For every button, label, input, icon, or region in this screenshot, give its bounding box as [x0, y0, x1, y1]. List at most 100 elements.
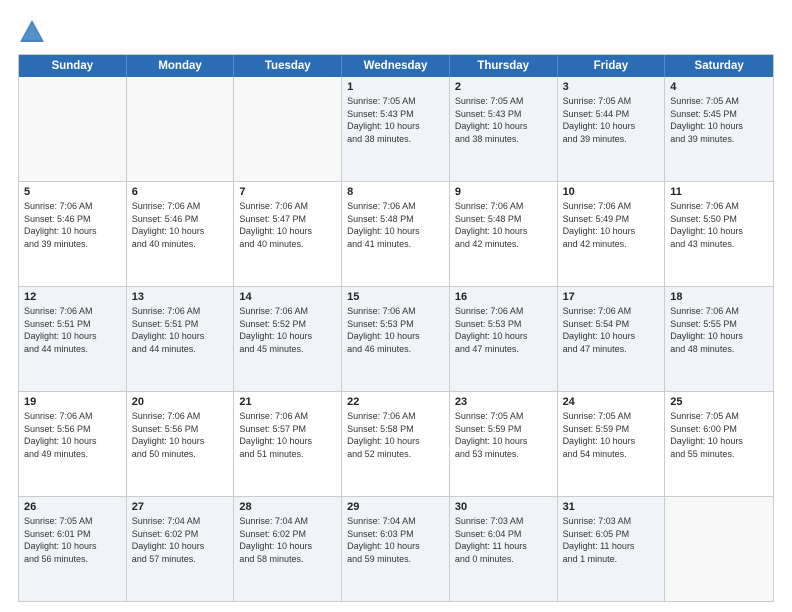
cell-info: Sunrise: 7:06 AM Sunset: 5:57 PM Dayligh… [239, 410, 336, 460]
calendar-cell-2-3: 15 Sunrise: 7:06 AM Sunset: 5:53 PM Dayli… [342, 287, 450, 391]
calendar-cell-0-1 [127, 77, 235, 181]
calendar-cell-1-6: 11 Sunrise: 7:06 AM Sunset: 5:50 PM Dayli… [665, 182, 773, 286]
cell-info: Sunrise: 7:06 AM Sunset: 5:50 PM Dayligh… [670, 200, 768, 250]
cell-info: Sunrise: 7:06 AM Sunset: 5:48 PM Dayligh… [347, 200, 444, 250]
cell-info: Sunrise: 7:06 AM Sunset: 5:51 PM Dayligh… [24, 305, 121, 355]
logo [18, 18, 50, 46]
day-number: 4 [670, 81, 768, 93]
cell-info: Sunrise: 7:05 AM Sunset: 5:45 PM Dayligh… [670, 95, 768, 145]
calendar-cell-0-6: 4 Sunrise: 7:05 AM Sunset: 5:45 PM Daylig… [665, 77, 773, 181]
cell-info: Sunrise: 7:06 AM Sunset: 5:56 PM Dayligh… [24, 410, 121, 460]
cell-info: Sunrise: 7:05 AM Sunset: 5:44 PM Dayligh… [563, 95, 660, 145]
calendar-body: 1 Sunrise: 7:05 AM Sunset: 5:43 PM Daylig… [19, 77, 773, 601]
day-number: 8 [347, 186, 444, 198]
cell-info: Sunrise: 7:04 AM Sunset: 6:02 PM Dayligh… [239, 515, 336, 565]
calendar-cell-3-6: 25Sunrise: 7:05 AM Sunset: 6:00 PM Dayli… [665, 392, 773, 496]
calendar-cell-1-3: 8 Sunrise: 7:06 AM Sunset: 5:48 PM Daylig… [342, 182, 450, 286]
day-number: 6 [132, 186, 229, 198]
header-day-wednesday: Wednesday [342, 55, 450, 77]
calendar-cell-0-2 [234, 77, 342, 181]
day-number: 2 [455, 81, 552, 93]
day-number: 17 [563, 291, 660, 303]
day-number: 5 [24, 186, 121, 198]
cell-info: Sunrise: 7:06 AM Sunset: 5:58 PM Dayligh… [347, 410, 444, 460]
calendar-cell-1-5: 10Sunrise: 7:06 AM Sunset: 5:49 PM Dayli… [558, 182, 666, 286]
header-day-thursday: Thursday [450, 55, 558, 77]
cell-info: Sunrise: 7:05 AM Sunset: 6:01 PM Dayligh… [24, 515, 121, 565]
cell-info: Sunrise: 7:03 AM Sunset: 6:05 PM Dayligh… [563, 515, 660, 565]
day-number: 26 [24, 501, 121, 513]
calendar-cell-1-0: 5 Sunrise: 7:06 AM Sunset: 5:46 PM Daylig… [19, 182, 127, 286]
day-number: 3 [563, 81, 660, 93]
cell-info: Sunrise: 7:05 AM Sunset: 5:59 PM Dayligh… [563, 410, 660, 460]
cell-info: Sunrise: 7:06 AM Sunset: 5:46 PM Dayligh… [132, 200, 229, 250]
cell-info: Sunrise: 7:06 AM Sunset: 5:54 PM Dayligh… [563, 305, 660, 355]
header [18, 18, 774, 46]
calendar-row-0: 1 Sunrise: 7:05 AM Sunset: 5:43 PM Daylig… [19, 77, 773, 182]
cell-info: Sunrise: 7:06 AM Sunset: 5:51 PM Dayligh… [132, 305, 229, 355]
cell-info: Sunrise: 7:05 AM Sunset: 5:43 PM Dayligh… [347, 95, 444, 145]
logo-icon [18, 18, 46, 46]
cell-info: Sunrise: 7:06 AM Sunset: 5:53 PM Dayligh… [347, 305, 444, 355]
calendar-cell-4-6 [665, 497, 773, 601]
cell-info: Sunrise: 7:06 AM Sunset: 5:52 PM Dayligh… [239, 305, 336, 355]
day-number: 23 [455, 396, 552, 408]
header-day-friday: Friday [558, 55, 666, 77]
cell-info: Sunrise: 7:05 AM Sunset: 5:43 PM Dayligh… [455, 95, 552, 145]
calendar-cell-2-2: 14 Sunrise: 7:06 AM Sunset: 5:52 PM Dayli… [234, 287, 342, 391]
day-number: 14 [239, 291, 336, 303]
day-number: 11 [670, 186, 768, 198]
cell-info: Sunrise: 7:05 AM Sunset: 5:59 PM Dayligh… [455, 410, 552, 460]
header-day-tuesday: Tuesday [234, 55, 342, 77]
day-number: 28 [239, 501, 336, 513]
calendar-row-3: 19 Sunrise: 7:06 AM Sunset: 5:56 PM Dayli… [19, 392, 773, 497]
day-number: 24 [563, 396, 660, 408]
calendar-cell-2-1: 13 Sunrise: 7:06 AM Sunset: 5:51 PM Dayli… [127, 287, 235, 391]
calendar-cell-0-3: 1 Sunrise: 7:05 AM Sunset: 5:43 PM Daylig… [342, 77, 450, 181]
day-number: 13 [132, 291, 229, 303]
day-number: 7 [239, 186, 336, 198]
day-number: 18 [670, 291, 768, 303]
day-number: 29 [347, 501, 444, 513]
cell-info: Sunrise: 7:04 AM Sunset: 6:03 PM Dayligh… [347, 515, 444, 565]
calendar-row-1: 5 Sunrise: 7:06 AM Sunset: 5:46 PM Daylig… [19, 182, 773, 287]
calendar-cell-2-5: 17 Sunrise: 7:06 AM Sunset: 5:54 PM Dayli… [558, 287, 666, 391]
calendar-cell-3-5: 24 Sunrise: 7:05 AM Sunset: 5:59 PM Dayli… [558, 392, 666, 496]
cell-info: Sunrise: 7:04 AM Sunset: 6:02 PM Dayligh… [132, 515, 229, 565]
header-day-monday: Monday [127, 55, 235, 77]
calendar-row-4: 26 Sunrise: 7:05 AM Sunset: 6:01 PM Dayli… [19, 497, 773, 601]
day-number: 19 [24, 396, 121, 408]
day-number: 1 [347, 81, 444, 93]
day-number: 25 [670, 396, 768, 408]
calendar-cell-4-2: 28 Sunrise: 7:04 AM Sunset: 6:02 PM Dayli… [234, 497, 342, 601]
calendar-cell-4-3: 29 Sunrise: 7:04 AM Sunset: 6:03 PM Dayli… [342, 497, 450, 601]
day-number: 20 [132, 396, 229, 408]
calendar-cell-1-1: 6 Sunrise: 7:06 AM Sunset: 5:46 PM Daylig… [127, 182, 235, 286]
calendar-cell-2-0: 12 Sunrise: 7:06 AM Sunset: 5:51 PM Dayli… [19, 287, 127, 391]
day-number: 31 [563, 501, 660, 513]
day-number: 15 [347, 291, 444, 303]
cell-info: Sunrise: 7:06 AM Sunset: 5:56 PM Dayligh… [132, 410, 229, 460]
cell-info: Sunrise: 7:06 AM Sunset: 5:53 PM Dayligh… [455, 305, 552, 355]
day-number: 9 [455, 186, 552, 198]
cell-info: Sunrise: 7:03 AM Sunset: 6:04 PM Dayligh… [455, 515, 552, 565]
day-number: 16 [455, 291, 552, 303]
day-number: 12 [24, 291, 121, 303]
day-number: 30 [455, 501, 552, 513]
calendar-cell-3-2: 21 Sunrise: 7:06 AM Sunset: 5:57 PM Dayli… [234, 392, 342, 496]
calendar-cell-4-5: 31 Sunrise: 7:03 AM Sunset: 6:05 PM Dayli… [558, 497, 666, 601]
calendar-cell-0-0 [19, 77, 127, 181]
cell-info: Sunrise: 7:06 AM Sunset: 5:46 PM Dayligh… [24, 200, 121, 250]
calendar-cell-0-5: 3 Sunrise: 7:05 AM Sunset: 5:44 PM Daylig… [558, 77, 666, 181]
calendar-cell-4-1: 27Sunrise: 7:04 AM Sunset: 6:02 PM Dayli… [127, 497, 235, 601]
calendar-cell-3-4: 23 Sunrise: 7:05 AM Sunset: 5:59 PM Dayli… [450, 392, 558, 496]
calendar-cell-3-3: 22Sunrise: 7:06 AM Sunset: 5:58 PM Dayli… [342, 392, 450, 496]
calendar-cell-4-0: 26 Sunrise: 7:05 AM Sunset: 6:01 PM Dayli… [19, 497, 127, 601]
cell-info: Sunrise: 7:06 AM Sunset: 5:49 PM Dayligh… [563, 200, 660, 250]
page: SundayMondayTuesdayWednesdayThursdayFrid… [0, 0, 792, 612]
calendar: SundayMondayTuesdayWednesdayThursdayFrid… [18, 54, 774, 602]
day-number: 21 [239, 396, 336, 408]
header-day-saturday: Saturday [665, 55, 773, 77]
calendar-cell-1-2: 7Sunrise: 7:06 AM Sunset: 5:47 PM Daylig… [234, 182, 342, 286]
calendar-cell-3-0: 19 Sunrise: 7:06 AM Sunset: 5:56 PM Dayli… [19, 392, 127, 496]
